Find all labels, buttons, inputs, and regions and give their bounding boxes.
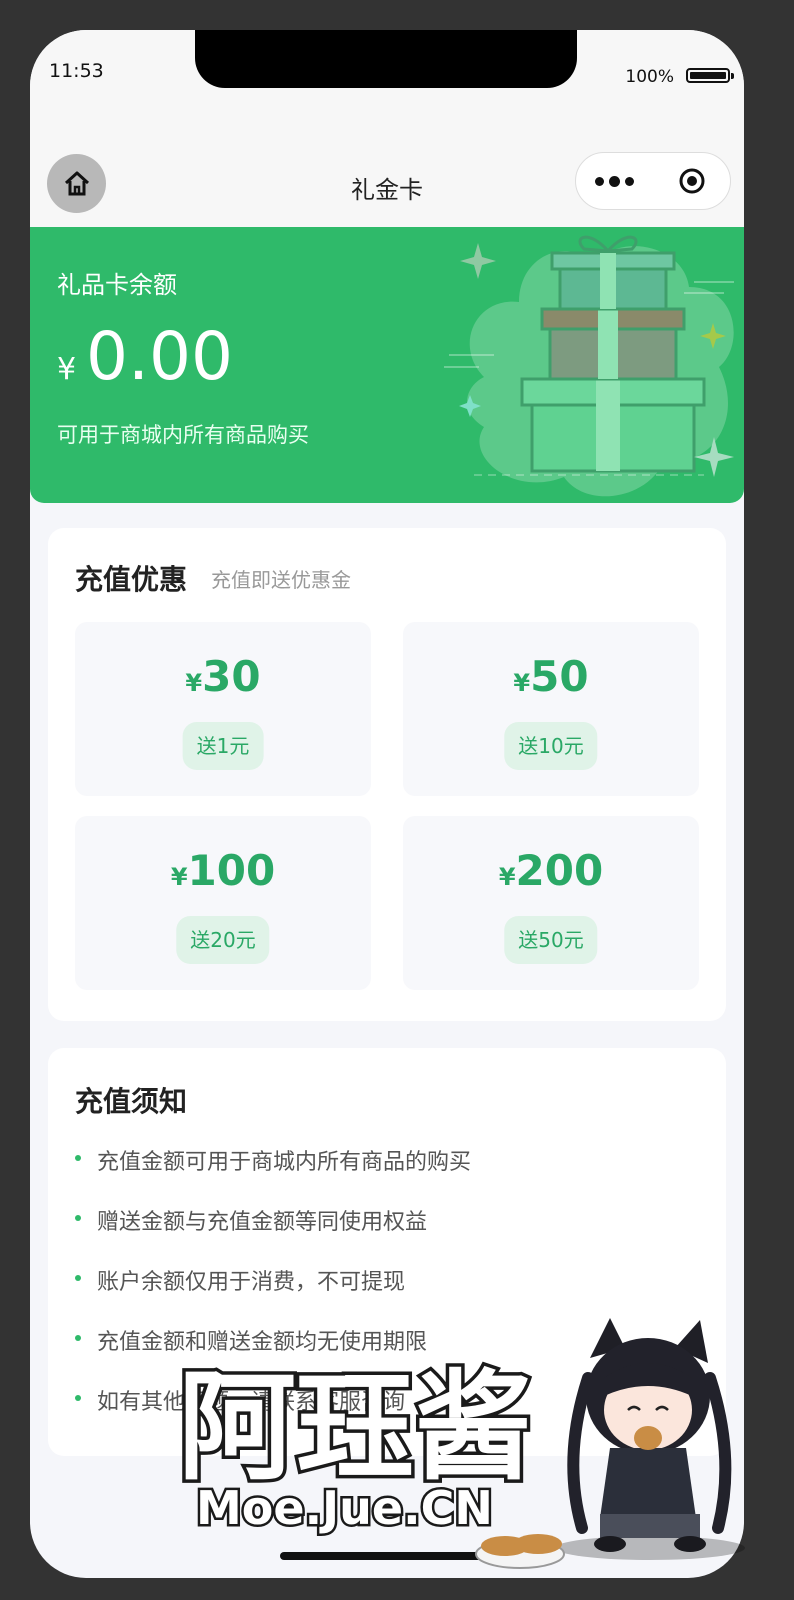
battery-icon (686, 68, 734, 83)
watermark-logo: 阿珏酱 Moe.Jue.CN (175, 1318, 745, 1569)
option-bonus-badge: 送20元 (176, 916, 270, 964)
option-currency: ¥ (498, 863, 516, 891)
more-dot (625, 176, 634, 186)
status-time: 11:53 (49, 60, 104, 82)
recharge-option-100[interactable]: ¥100 送20元 (75, 816, 371, 990)
recharge-promo-card: 充值优惠 充值即送优惠金 ¥30 送1元 ¥50 送10元 ¥100 送20元 … (48, 528, 726, 1021)
option-amount: 50 (530, 652, 589, 701)
balance-amount: 0.00 (86, 318, 233, 395)
option-bonus-badge: 送10元 (504, 722, 598, 770)
more-button[interactable] (576, 175, 653, 187)
watermark-url: Moe.Jue.CN (196, 1481, 493, 1535)
notice-title: 充值须知 (75, 1085, 188, 1118)
target-icon (679, 168, 704, 194)
gift-box-illustration (444, 235, 734, 497)
option-price: ¥100 (75, 846, 371, 895)
notice-item: 充值金额可用于商城内所有商品的购买 (75, 1146, 471, 1206)
promo-subtitle: 充值即送优惠金 (211, 568, 351, 592)
balance-banner: 礼品卡余额 ¥ 0.00 可用于商城内所有商品购买 (30, 227, 744, 503)
option-amount: 100 (187, 846, 276, 895)
balance-label: 礼品卡余额 (57, 271, 177, 299)
mini-program-capsule (575, 152, 731, 210)
balance-currency: ¥ (57, 352, 77, 387)
balance-description: 可用于商城内所有商品购买 (57, 423, 309, 447)
option-bonus-badge: 送50元 (504, 916, 598, 964)
option-currency: ¥ (513, 669, 531, 697)
option-currency: ¥ (185, 669, 203, 697)
more-dot (609, 175, 620, 187)
recharge-option-200[interactable]: ¥200 送50元 (403, 816, 699, 990)
option-price: ¥200 (403, 846, 699, 895)
option-bonus-badge: 送1元 (182, 722, 264, 770)
option-price: ¥50 (403, 652, 699, 701)
option-amount: 30 (202, 652, 261, 701)
close-button[interactable] (653, 166, 730, 196)
battery-percent: 100% (625, 67, 674, 87)
recharge-option-30[interactable]: ¥30 送1元 (75, 622, 371, 796)
notice-item: 赠送金额与充值金额等同使用权益 (75, 1206, 471, 1266)
notch (195, 30, 577, 88)
option-currency: ¥ (170, 863, 188, 891)
nav-bar: 礼金卡 (30, 120, 744, 227)
option-price: ¥30 (75, 652, 371, 701)
notice-item: 账户余额仅用于消费，不可提现 (75, 1266, 471, 1326)
option-amount: 200 (515, 846, 604, 895)
recharge-option-50[interactable]: ¥50 送10元 (403, 622, 699, 796)
watermark-title: 阿珏酱 (178, 1358, 532, 1496)
promo-title: 充值优惠 (75, 563, 188, 596)
more-dots-icon (595, 176, 604, 186)
